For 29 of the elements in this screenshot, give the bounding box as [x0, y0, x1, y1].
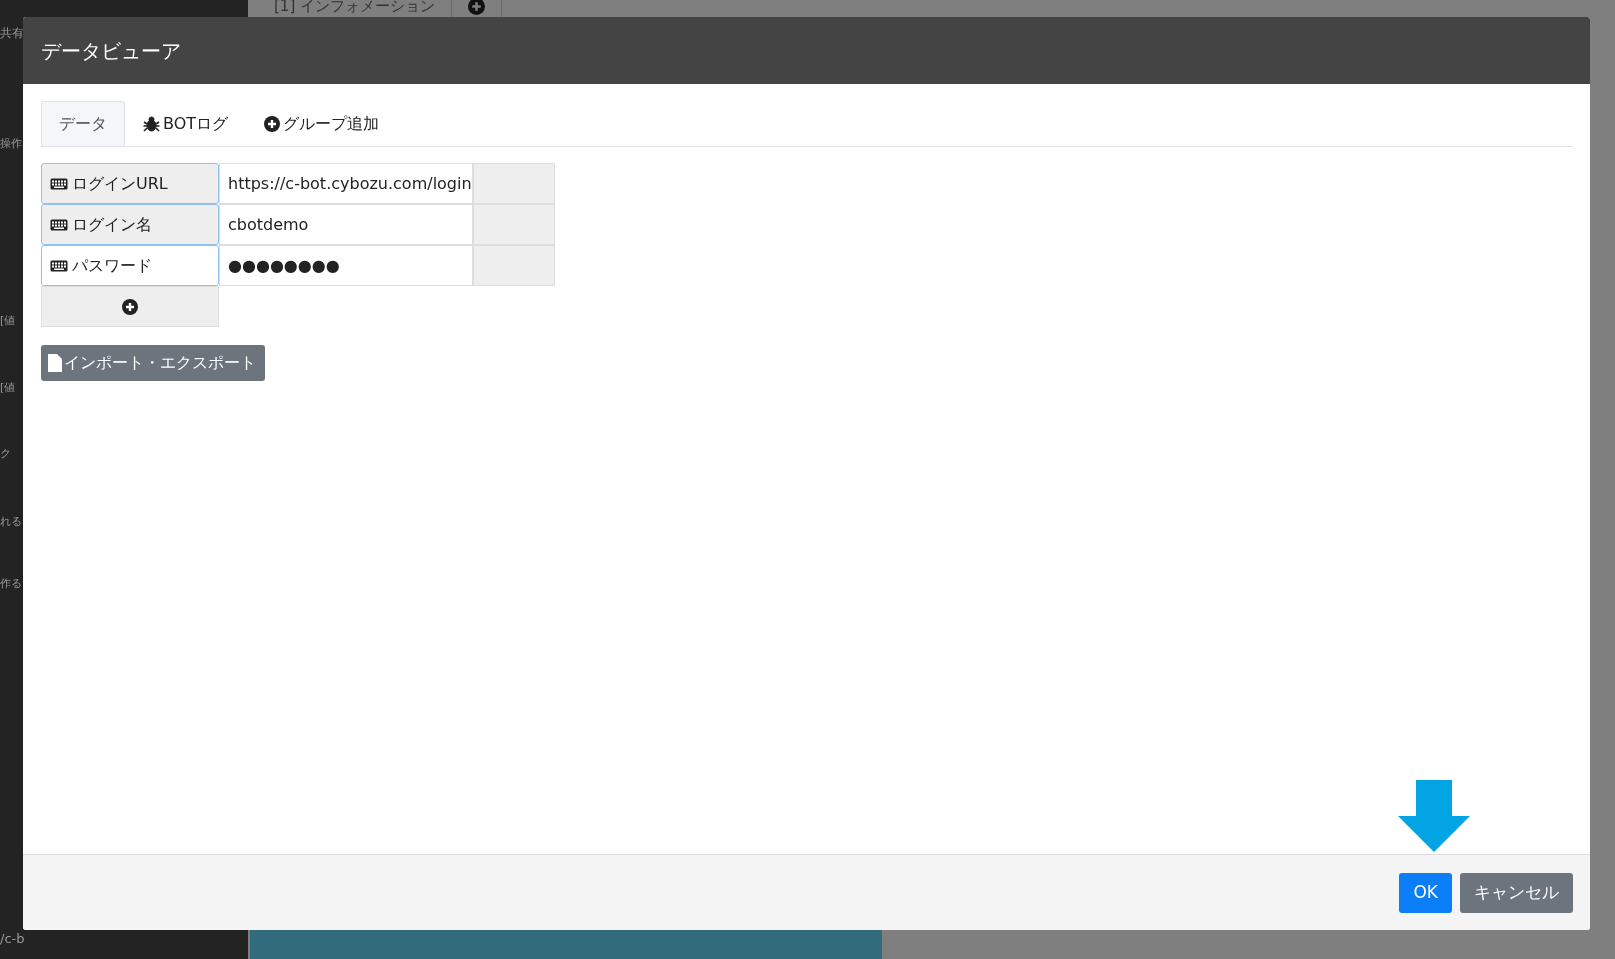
url-text: /c-b [0, 931, 25, 947]
field-label[interactable]: ログイン名 [41, 204, 219, 245]
value-cell: cbotdemo [219, 204, 473, 245]
field-label[interactable]: ログインURL [41, 163, 219, 204]
add-icon [264, 116, 281, 132]
sidebar-text: 操作 [0, 136, 22, 152]
ok-button[interactable]: OK [1399, 872, 1452, 913]
sidebar-text: れる [0, 514, 22, 530]
tab[interactable]: グループ追加 [246, 101, 398, 146]
sidebar-text: 作る [0, 576, 22, 592]
share-label: 共有 [0, 25, 24, 41]
field-label[interactable]: パスワード [41, 245, 219, 286]
value-cell: https://c-bot.cybozu.com/login [219, 163, 473, 204]
down-arrow-icon [1398, 780, 1470, 852]
sidebar-text: [値 [0, 313, 16, 329]
keyboard-icon [50, 177, 68, 190]
cancel-button[interactable]: キャンセル [1460, 872, 1573, 913]
keyboard-icon [50, 259, 68, 272]
value-cell: ●●●●●●●● [219, 245, 473, 286]
add-icon[interactable] [122, 298, 138, 315]
keyboard-icon [50, 218, 68, 231]
tab[interactable]: データ [41, 101, 125, 146]
document-icon [48, 354, 62, 372]
import-export-button[interactable]: インポート・エクスポート [41, 345, 265, 381]
dialog-title: データビューア [41, 37, 181, 65]
sidebar-text: ク [0, 446, 11, 462]
tab[interactable]: BOTログ [125, 101, 247, 146]
bug-icon [143, 116, 160, 132]
sidebar-text: [値 [0, 380, 16, 396]
